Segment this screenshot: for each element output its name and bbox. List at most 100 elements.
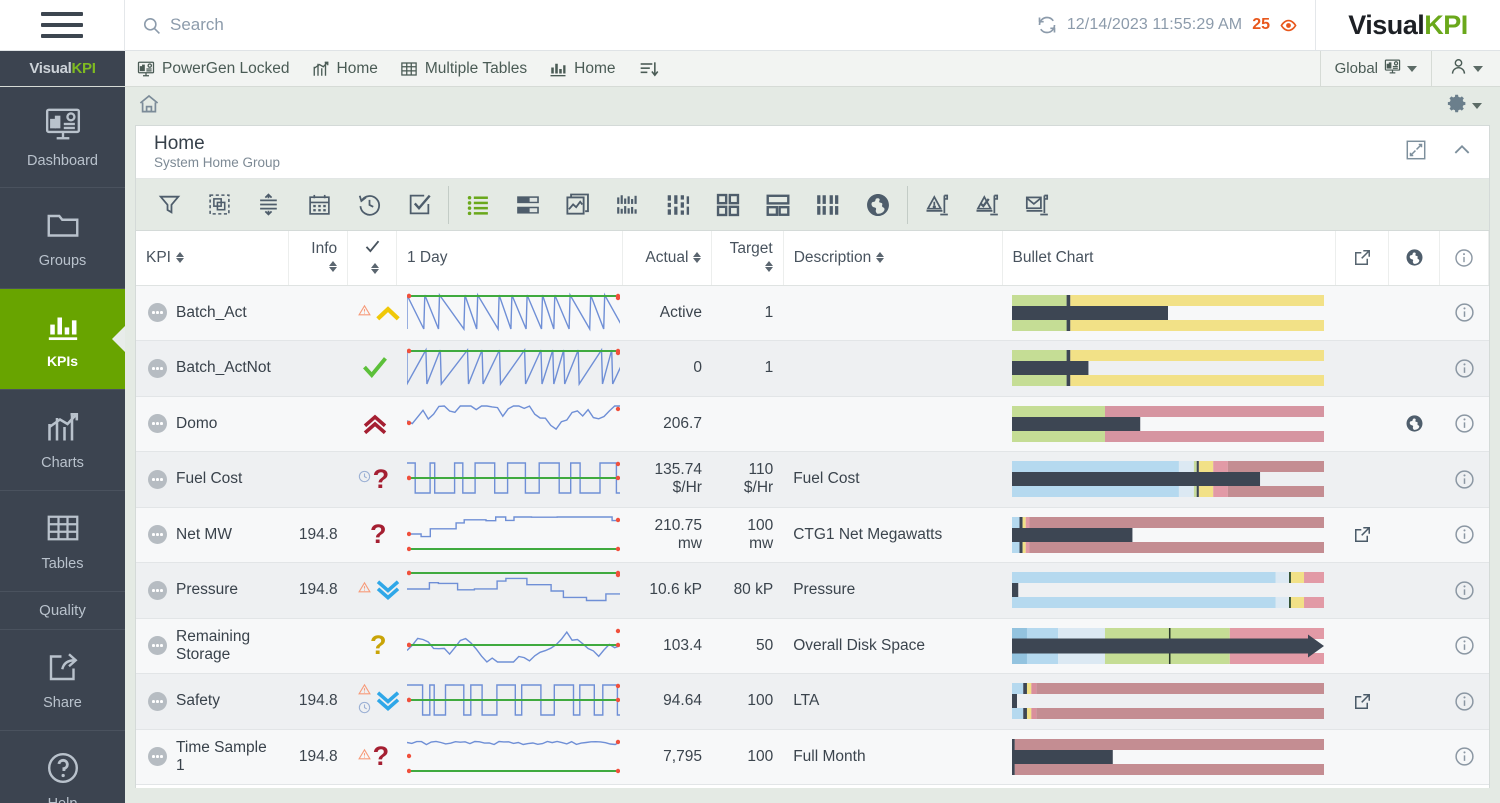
- sidebar-item-groups[interactable]: Groups: [0, 188, 125, 289]
- eye-icon[interactable]: [1280, 17, 1297, 34]
- col-header-target[interactable]: Target: [712, 231, 783, 285]
- cell-external-link[interactable]: [1336, 674, 1389, 730]
- sort-list-icon[interactable]: [638, 59, 660, 79]
- cell-info-icon[interactable]: [1440, 396, 1489, 452]
- cell-bullet-chart[interactable]: [1002, 563, 1336, 619]
- cell-kpi-name[interactable]: Batch_ActNot: [136, 341, 289, 397]
- cell-info-icon[interactable]: [1440, 507, 1489, 563]
- nav-item-multiple-tables[interactable]: Multiple Tables: [400, 60, 527, 78]
- sidebar-item-quality[interactable]: Quality: [0, 592, 125, 630]
- col-header-status[interactable]: [348, 231, 397, 285]
- col-header-description[interactable]: Description: [783, 231, 1002, 285]
- sidebar-item-help[interactable]: Help: [0, 731, 125, 803]
- external-link-icon[interactable]: [1346, 692, 1379, 711]
- sparkline-view-icon[interactable]: [603, 179, 653, 231]
- search-input[interactable]: Search: [125, 0, 1037, 50]
- table-row[interactable]: Net MW 194.8 ? 210.75 mw 100 mw CTG1 Net…: [136, 507, 1489, 563]
- kpi-menu-icon[interactable]: [148, 692, 167, 711]
- cell-kpi-name[interactable]: Pressure: [136, 563, 289, 619]
- cell-globe[interactable]: [1389, 396, 1440, 452]
- kpi-menu-icon[interactable]: [148, 359, 167, 378]
- cell-bullet-chart[interactable]: [1002, 618, 1336, 674]
- cell-info-icon[interactable]: [1440, 341, 1489, 397]
- cell-kpi-name[interactable]: Remaining Storage: [136, 618, 289, 674]
- bar-view-icon[interactable]: [653, 179, 703, 231]
- cell-bullet-chart[interactable]: [1002, 452, 1336, 508]
- external-link-icon[interactable]: [1346, 525, 1379, 544]
- cell-sparkline[interactable]: [397, 341, 623, 397]
- card-view-icon[interactable]: [753, 179, 803, 231]
- globe-icon[interactable]: [1399, 414, 1430, 433]
- mail-export-icon[interactable]: [1012, 179, 1062, 231]
- cell-sparkline[interactable]: [397, 396, 623, 452]
- cell-sparkline[interactable]: [397, 452, 623, 508]
- cell-bullet-chart[interactable]: [1002, 396, 1336, 452]
- cell-sparkline[interactable]: [397, 674, 623, 730]
- kpi-menu-icon[interactable]: [148, 747, 167, 766]
- info-icon[interactable]: [1450, 358, 1479, 379]
- table-row[interactable]: Batch_Act Active 1: [136, 285, 1489, 341]
- filter-icon[interactable]: [144, 179, 194, 231]
- cell-kpi-name[interactable]: Batch_Act: [136, 285, 289, 341]
- info-icon[interactable]: [1450, 691, 1479, 712]
- cell-info-icon[interactable]: [1440, 563, 1489, 619]
- cell-info-icon[interactable]: [1440, 285, 1489, 341]
- cell-kpi-name[interactable]: Fuel Cost: [136, 452, 289, 508]
- cell-sparkline[interactable]: [397, 563, 623, 619]
- table-row[interactable]: Remaining Storage ? 103.4 50 Overall Dis…: [136, 618, 1489, 674]
- info-icon[interactable]: [1450, 635, 1479, 656]
- cell-kpi-name[interactable]: Safety: [136, 674, 289, 730]
- col-header-actual[interactable]: Actual: [622, 231, 712, 285]
- nav-item-home-chart[interactable]: Home: [312, 60, 378, 78]
- cell-kpi-name[interactable]: Time Sample 1: [136, 729, 289, 785]
- cell-sparkline[interactable]: [397, 618, 623, 674]
- cell-info-icon[interactable]: [1440, 452, 1489, 508]
- cell-info-icon[interactable]: [1440, 729, 1489, 785]
- calendar-icon[interactable]: [294, 179, 344, 231]
- sidebar-item-share[interactable]: Share: [0, 630, 125, 731]
- cell-kpi-name[interactable]: Net MW: [136, 507, 289, 563]
- nav-item-home-kpi[interactable]: Home: [549, 60, 615, 78]
- list-detail-view-icon[interactable]: [503, 179, 553, 231]
- kpi-menu-icon[interactable]: [148, 525, 167, 544]
- cell-external-link[interactable]: [1336, 507, 1389, 563]
- cell-bullet-chart[interactable]: [1002, 285, 1336, 341]
- cell-info-icon[interactable]: [1440, 618, 1489, 674]
- cell-bullet-chart[interactable]: [1002, 341, 1336, 397]
- tile-view-icon[interactable]: [703, 179, 753, 231]
- sidebar-item-dashboard[interactable]: Dashboard: [0, 87, 125, 188]
- sort-amount-icon[interactable]: [244, 179, 294, 231]
- expand-icon[interactable]: [1405, 139, 1427, 166]
- user-menu[interactable]: [1431, 51, 1500, 86]
- col-header-info[interactable]: Info: [289, 231, 348, 285]
- cell-bullet-chart[interactable]: [1002, 729, 1336, 785]
- column-view-icon[interactable]: [803, 179, 853, 231]
- table-row[interactable]: Safety 194.8 94.64 100 LTA: [136, 674, 1489, 730]
- kpi-menu-icon[interactable]: [148, 636, 167, 655]
- kpi-menu-icon[interactable]: [148, 581, 167, 600]
- checklist-icon[interactable]: [394, 179, 444, 231]
- table-row[interactable]: Fuel Cost ? 135.74 $/Hr 110 $/Hr Fuel Co…: [136, 452, 1489, 508]
- kpi-menu-icon[interactable]: [148, 414, 167, 433]
- list-view-icon[interactable]: [453, 179, 503, 231]
- sidebar-item-kpis[interactable]: KPIs: [0, 289, 125, 390]
- kpi-menu-icon[interactable]: [148, 470, 167, 489]
- info-icon[interactable]: [1450, 469, 1479, 490]
- check-export-icon[interactable]: [962, 179, 1012, 231]
- table-row[interactable]: Domo 206.7: [136, 396, 1489, 452]
- cell-sparkline[interactable]: [397, 285, 623, 341]
- cell-sparkline[interactable]: [397, 729, 623, 785]
- time-history-icon[interactable]: [344, 179, 394, 231]
- image-view-icon[interactable]: [553, 179, 603, 231]
- alert-export-icon[interactable]: [912, 179, 962, 231]
- cell-info-icon[interactable]: [1440, 674, 1489, 730]
- sidebar-item-charts[interactable]: Charts: [0, 390, 125, 491]
- home-icon[interactable]: [137, 92, 161, 121]
- sidebar-item-tables[interactable]: Tables: [0, 491, 125, 592]
- cell-bullet-chart[interactable]: [1002, 507, 1336, 563]
- nav-item-powergen-locked[interactable]: PowerGen Locked: [137, 60, 290, 78]
- table-row[interactable]: Pressure 194.8 10.6 kP 80 kP Pressure: [136, 563, 1489, 619]
- col-header-kpi[interactable]: KPI: [136, 231, 289, 285]
- select-all-icon[interactable]: [194, 179, 244, 231]
- globe-view-icon[interactable]: [853, 179, 903, 231]
